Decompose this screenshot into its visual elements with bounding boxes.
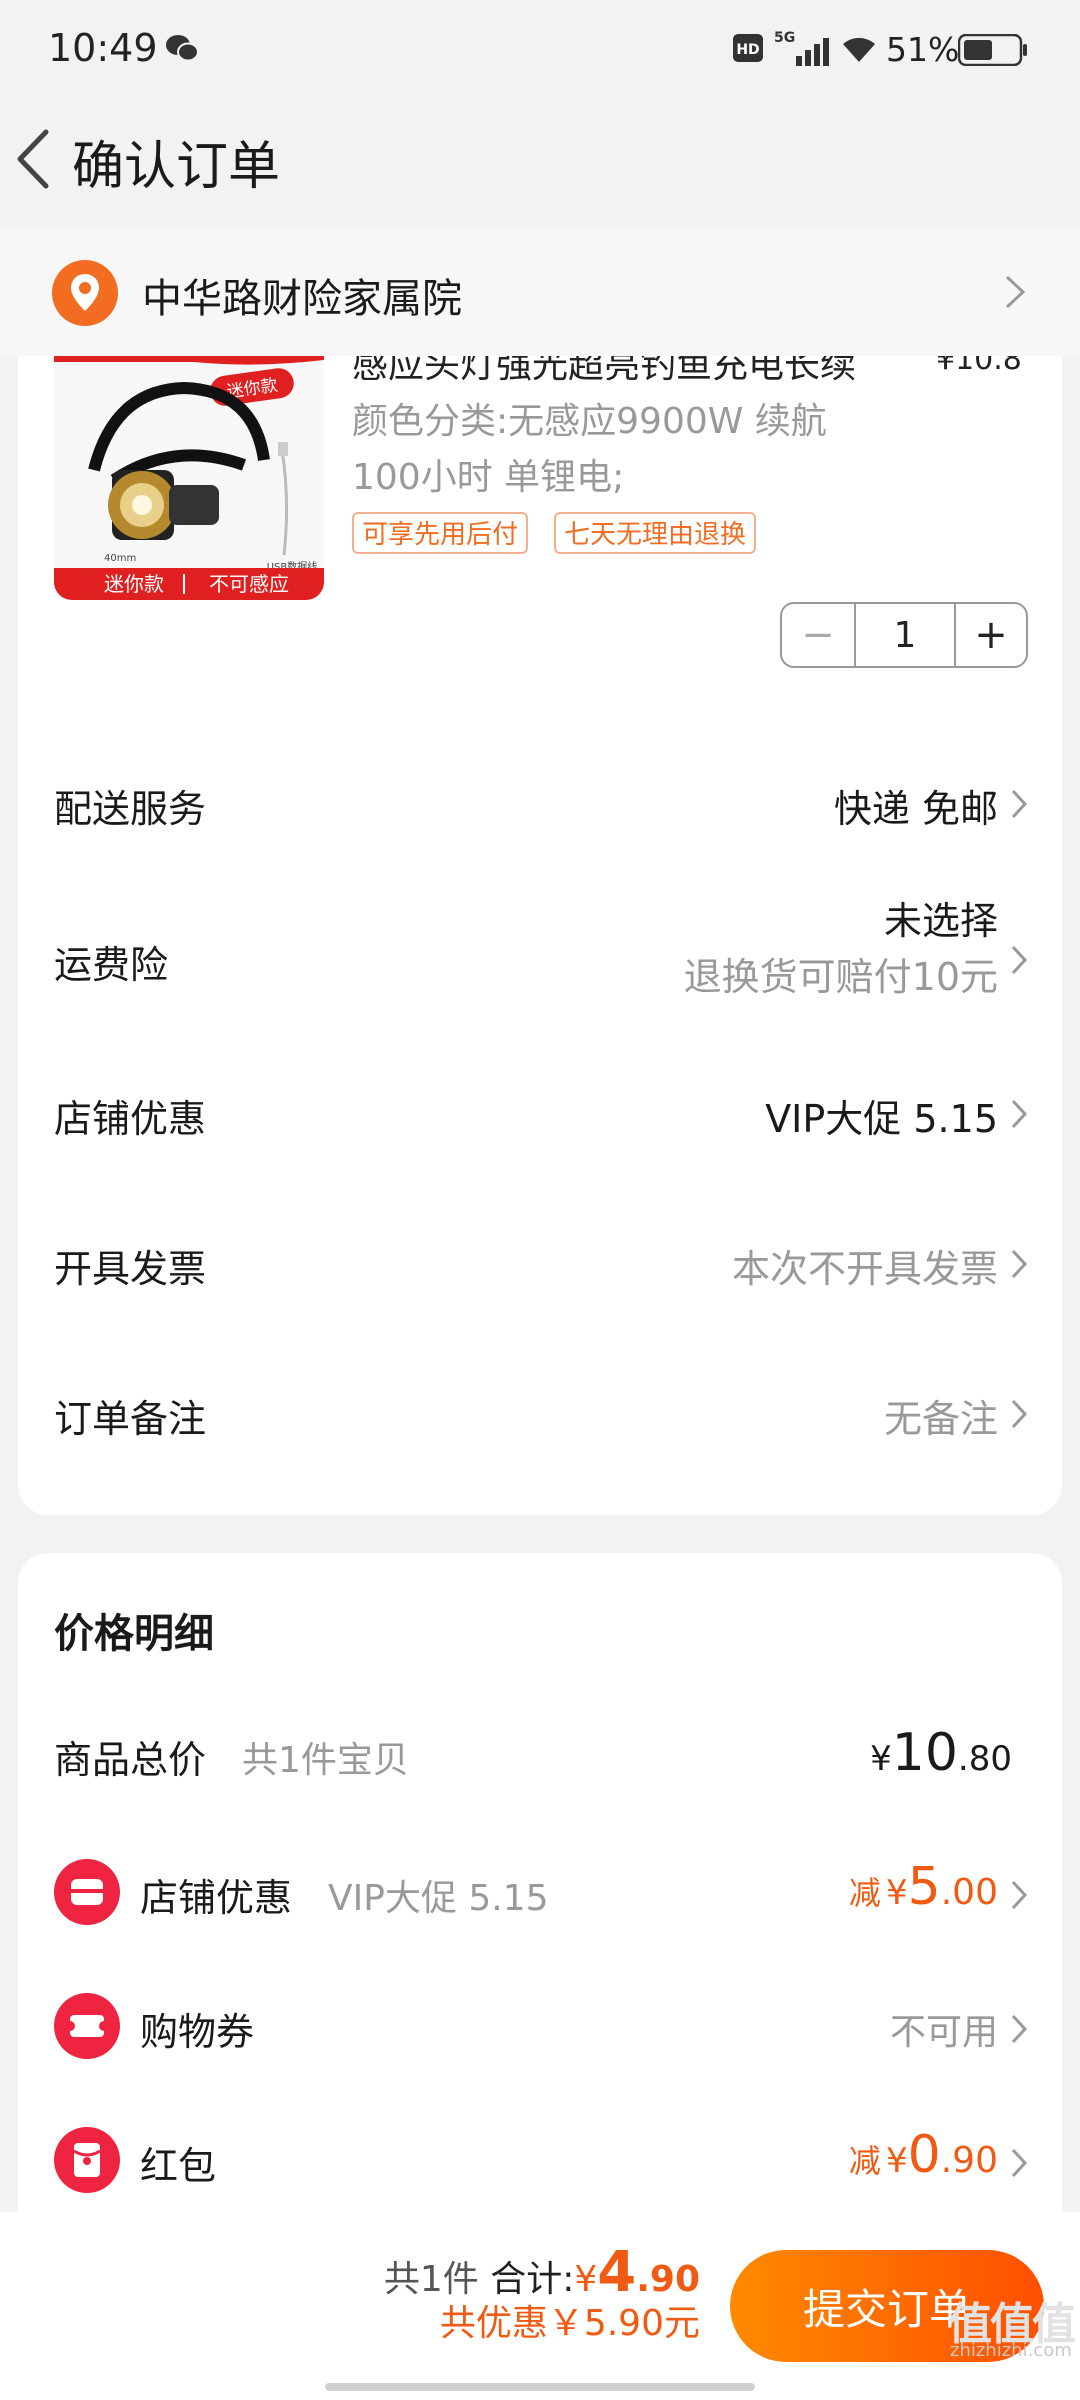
price-detail-title: 价格明细 xyxy=(54,1611,214,1657)
red-packet-label: 红包 xyxy=(140,2144,217,2188)
hd-icon: HD xyxy=(733,34,763,62)
product-spec-line1: 颜色分类:无感应9900W 续航 xyxy=(352,401,827,442)
row-coupon[interactable]: 购物券 不可用 xyxy=(18,1987,1062,2067)
watermark-text: zhizhizhi.com xyxy=(950,2340,1072,2361)
chevron-right-icon xyxy=(1011,2148,1028,2178)
delivery-label: 配送服务 xyxy=(54,787,207,831)
tag-pay-later: 可享先用后付 xyxy=(352,512,529,554)
quantity-stepper: − 1 + xyxy=(780,602,1028,668)
shop-discount-detail-sub: VIP大促 5.15 xyxy=(328,1878,549,1919)
row-freight-insurance[interactable]: 运费险 未选择 退换货可赔付10元 xyxy=(18,890,1062,1030)
shop-discount-value: VIP大促 5.15 xyxy=(765,1097,998,1141)
chevron-right-icon xyxy=(1011,1099,1028,1129)
headlamp-illustration: 迷你款 USB数据线 40mm 迷你款 不可感应 xyxy=(54,350,324,600)
remark-value: 无备注 xyxy=(883,1397,998,1441)
page-title: 确认订单 xyxy=(72,137,281,197)
product-spec: 颜色分类:无感应9900W 续航 100小时 单锂电; xyxy=(352,394,912,506)
row-shop-discount[interactable]: 店铺优惠 VIP大促 5.15 xyxy=(18,1072,1062,1162)
row-invoice[interactable]: 开具发票 本次不开具发票 xyxy=(18,1222,1062,1312)
chevron-right-icon xyxy=(1005,275,1026,309)
decrease-button[interactable]: − xyxy=(782,604,856,666)
coupon-label: 购物券 xyxy=(140,2010,255,2054)
invoice-label: 开具发票 xyxy=(54,1247,207,1291)
home-indicator[interactable] xyxy=(325,2383,755,2391)
freight-value: 未选择 xyxy=(883,899,998,943)
goods-total-sub: 共1件宝贝 xyxy=(242,1740,409,1781)
chevron-right-icon xyxy=(1011,2014,1028,2044)
increase-button[interactable]: + xyxy=(954,604,1026,666)
image-size-label: 40mm xyxy=(104,553,136,564)
bottom-bar: 共1件 合计:¥4.90 共优惠￥5.90元 提交订单 xyxy=(0,2212,1080,2400)
address-bar[interactable]: 中华路财险家属院 xyxy=(0,228,1080,356)
total-saved: 共优惠￥5.90元 xyxy=(439,2303,700,2344)
wifi-icon xyxy=(843,37,875,62)
product-spec-line2: 100小时 单锂电; xyxy=(352,457,625,498)
red-packet-amount: 减 ¥0.90 xyxy=(848,2125,998,2185)
status-time: 10:49 xyxy=(48,26,158,70)
remark-label: 订单备注 xyxy=(54,1397,207,1441)
back-arrow-icon[interactable] xyxy=(14,128,54,190)
delivery-value: 快递 免邮 xyxy=(833,787,998,831)
image-caption-left: 迷你款 xyxy=(104,572,164,596)
nav-bar: 确认订单 xyxy=(0,100,1080,230)
network-label: 5G xyxy=(774,30,795,46)
invoice-value: 本次不开具发票 xyxy=(731,1247,998,1291)
cellular-signal-icon: 5G xyxy=(774,30,829,66)
svg-text:HD: HD xyxy=(736,42,759,58)
row-remark[interactable]: 订单备注 无备注 xyxy=(18,1372,1062,1462)
battery-icon xyxy=(958,34,1027,66)
shop-discount-detail-amount: 减 ¥5.00 xyxy=(848,1857,998,1917)
coupon-value: 不可用 xyxy=(889,2012,998,2053)
address-text: 中华路财险家属院 xyxy=(142,276,462,322)
battery-percent: 51% xyxy=(886,30,960,69)
red-packet-icon xyxy=(54,2127,120,2193)
row-delivery[interactable]: 配送服务 快递 免邮 xyxy=(18,758,1062,848)
image-caption-right: 不可感应 xyxy=(209,572,289,596)
freight-sub: 退换货可赔付10元 xyxy=(683,955,998,999)
status-bar: 10:49 HD 5G 51% xyxy=(0,0,1080,100)
product-image[interactable]: 迷你款 USB数据线 40mm 迷你款 不可感应 xyxy=(54,350,324,600)
chevron-right-icon xyxy=(1011,1249,1028,1279)
goods-total-amount: ¥10.80 xyxy=(870,1723,1012,1783)
shop-discount-label: 店铺优惠 xyxy=(54,1097,207,1141)
shop-discount-detail-label: 店铺优惠 xyxy=(140,1876,293,1920)
chevron-right-icon xyxy=(1011,1880,1028,1910)
row-shop-discount-detail[interactable]: 店铺优惠 VIP大促 5.15 减 ¥5.00 xyxy=(18,1853,1062,1933)
chevron-right-icon xyxy=(1011,1399,1028,1429)
chevron-right-icon xyxy=(1011,945,1028,975)
shop-icon xyxy=(54,1859,120,1925)
tag-7day-return: 七天无理由退换 xyxy=(554,512,757,554)
order-card: 迷你款 USB数据线 40mm 迷你款 不可感应 感应头灯强光超亮钓鱼充电长续 … xyxy=(18,342,1062,1515)
location-pin-icon xyxy=(52,260,118,326)
quantity-value[interactable]: 1 xyxy=(856,604,954,666)
wechat-icon xyxy=(166,35,199,62)
row-red-packet[interactable]: 红包 减 ¥0.90 xyxy=(18,2121,1062,2201)
coupon-icon xyxy=(54,1993,120,2059)
goods-total-label: 商品总价 xyxy=(54,1738,207,1782)
chevron-right-icon xyxy=(1011,789,1028,819)
price-detail-card: 价格明细 商品总价 共1件宝贝 ¥10.80 店铺优惠 VIP大促 5.15 减… xyxy=(18,1553,1062,2253)
freight-label: 运费险 xyxy=(54,943,169,987)
row-goods-total: 商品总价 共1件宝贝 ¥10.80 xyxy=(18,1723,1062,1793)
